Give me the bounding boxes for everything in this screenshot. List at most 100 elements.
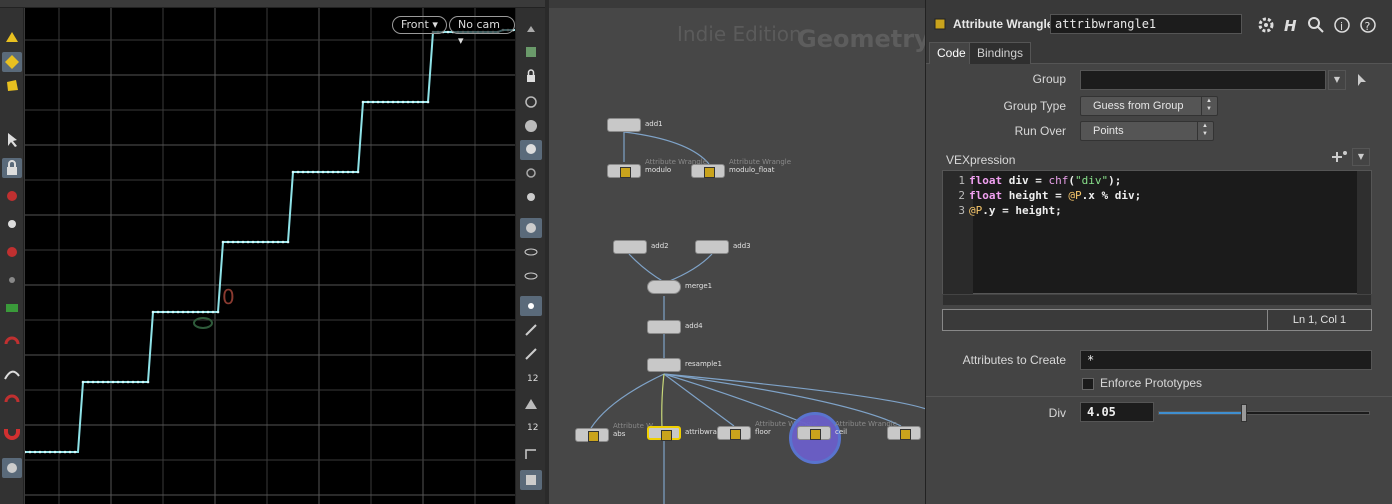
camera-menu[interactable]: No cam ▾	[449, 16, 515, 47]
curve-point	[221, 240, 225, 244]
param-body: Group ▼ Group Type Guess from Group Run …	[926, 64, 1392, 504]
curve-point	[241, 240, 245, 244]
points-display-icon[interactable]	[520, 296, 542, 316]
camera-icon[interactable]	[520, 218, 542, 238]
code-line: 1 float div = chf("div");	[943, 173, 1121, 188]
tab-code[interactable]: Code	[929, 42, 974, 64]
prim-numbers-icon[interactable]: 12	[520, 418, 542, 438]
code-horizontal-scrollbar[interactable]	[942, 294, 1372, 306]
run-over-label: Run Over	[1014, 124, 1066, 138]
magnet-icon[interactable]	[2, 420, 22, 440]
bind-icon[interactable]	[520, 266, 542, 286]
lock-camera-icon[interactable]	[520, 66, 542, 86]
node-name-field[interactable]: attribwrangle1	[1050, 14, 1242, 34]
curve-point	[311, 170, 315, 174]
div-slider-thumb[interactable]	[1241, 404, 1247, 422]
curve-tool-icon[interactable]	[2, 364, 22, 384]
measure-icon[interactable]	[520, 444, 542, 464]
info-icon[interactable]: i	[1332, 15, 1352, 35]
question-icon[interactable]: ?	[1358, 15, 1378, 35]
vexpression-label: VEXpression	[946, 153, 1016, 167]
construction-grid	[25, 8, 515, 504]
brush-icon[interactable]	[2, 214, 22, 234]
gear-icon[interactable]	[1256, 15, 1276, 35]
search-icon[interactable]	[1306, 15, 1326, 35]
curve-point	[406, 100, 410, 104]
curve-point	[246, 240, 250, 244]
move-tool-icon[interactable]	[2, 52, 22, 72]
div-value-field[interactable]: 4.05	[1080, 402, 1154, 422]
tab-bindings[interactable]: Bindings	[969, 42, 1032, 64]
pose-icon[interactable]	[2, 270, 22, 290]
skull-icon[interactable]	[520, 188, 542, 208]
curve-point	[326, 170, 330, 174]
curve-point	[226, 240, 230, 244]
curve-point	[281, 240, 285, 244]
editor-status-bar: Ln 1, Col 1	[942, 309, 1372, 331]
curve-point	[96, 380, 100, 384]
curve-point	[156, 310, 160, 314]
curve-point	[371, 100, 375, 104]
run-over-menu[interactable]: Points	[1080, 121, 1214, 141]
prim-normals-icon[interactable]	[520, 394, 542, 414]
group-field[interactable]	[1080, 70, 1326, 90]
line-number: 3	[958, 204, 965, 217]
normals-icon[interactable]	[520, 320, 542, 340]
svg-text:?: ?	[1365, 20, 1371, 33]
div-label: Div	[1048, 406, 1066, 420]
curve-point	[191, 310, 195, 314]
paint-icon[interactable]	[2, 298, 22, 318]
close-view-icon[interactable]	[520, 92, 542, 112]
rotate-tool-icon[interactable]	[2, 76, 22, 96]
visibility-icon[interactable]	[520, 242, 542, 262]
lightbulb-icon[interactable]	[520, 164, 542, 184]
curve-point	[416, 100, 420, 104]
code-token: (	[1068, 174, 1075, 187]
curve-point	[43, 450, 47, 454]
curve-point	[361, 100, 365, 104]
vex-menu-button[interactable]: ▼	[1352, 148, 1370, 166]
scroll-up-icon[interactable]	[520, 20, 542, 40]
attrs-to-create-field[interactable]: *	[1080, 350, 1372, 370]
shading-icon[interactable]	[520, 116, 542, 136]
pointer-tool-icon[interactable]	[2, 130, 22, 150]
magnet-tool-icon[interactable]	[2, 336, 22, 356]
code-token: @P	[969, 204, 983, 217]
curve-point	[106, 380, 110, 384]
sculpt-tool-icon[interactable]	[2, 392, 22, 412]
group-dropdown-button[interactable]: ▼	[1328, 70, 1346, 90]
scene-viewport[interactable]: 0 Front ▾ No cam ▾	[25, 8, 515, 504]
curve-point	[421, 100, 425, 104]
wrangle-display-icon[interactable]	[520, 470, 542, 490]
curve-point	[116, 380, 120, 384]
add-spare-icon[interactable]	[1328, 148, 1352, 166]
curve-point	[171, 310, 175, 314]
curve-point	[401, 100, 405, 104]
select-tool-icon[interactable]	[2, 28, 22, 48]
pin-arrow-icon[interactable]	[1354, 72, 1370, 88]
curve-point	[446, 30, 450, 34]
handle-icon[interactable]	[2, 186, 22, 206]
curve-point	[53, 450, 57, 454]
vector-icon[interactable]	[520, 344, 542, 364]
curve-point	[261, 240, 265, 244]
curve-point	[146, 380, 150, 384]
light-icon[interactable]	[520, 140, 542, 160]
lock-icon[interactable]	[2, 158, 22, 178]
enforce-prototypes-checkbox[interactable]	[1082, 378, 1094, 390]
help-h-icon[interactable]: H	[1280, 15, 1300, 35]
code-vertical-scrollbar[interactable]	[1357, 171, 1371, 295]
viewport-topbar	[0, 0, 545, 8]
view-tool-icon[interactable]	[2, 458, 22, 478]
vex-code-editor[interactable]: 1 float div = chf("div"); 2 float height = …	[942, 170, 1372, 295]
network-editor[interactable]: Indie Edition Geometry add1 Attribute Wr…	[549, 0, 925, 504]
snap-icon[interactable]	[2, 242, 22, 262]
ghost-icon[interactable]	[520, 42, 542, 62]
group-type-menu[interactable]: Guess from Group	[1080, 96, 1218, 116]
curve-point	[396, 100, 400, 104]
point-numbers-icon[interactable]: 12	[520, 368, 542, 388]
view-menu[interactable]: Front ▾	[392, 16, 447, 34]
curve-point	[336, 170, 340, 174]
div-slider-track[interactable]	[1158, 411, 1370, 415]
curve-point	[161, 310, 165, 314]
